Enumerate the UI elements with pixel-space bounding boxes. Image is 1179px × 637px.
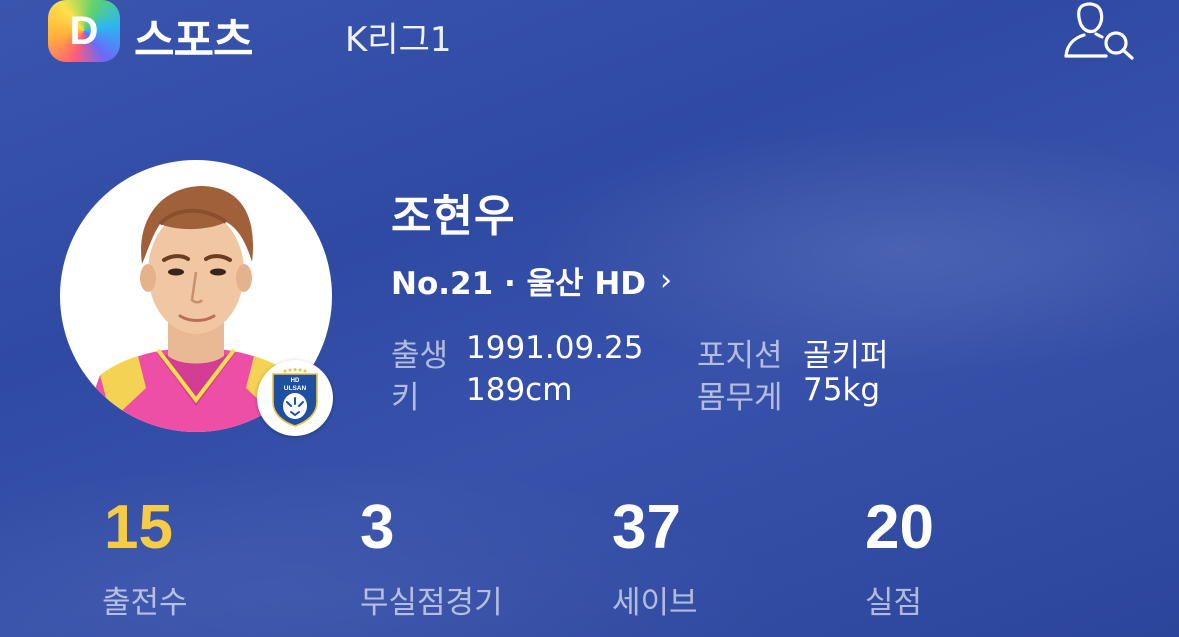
stat-clean-sheets-label: 무실점경기: [360, 585, 503, 621]
daum-logo-icon[interactable]: D: [48, 0, 120, 62]
position-label: 포지션: [697, 338, 783, 374]
team-line-text: No.21 · 울산 HD: [391, 266, 647, 302]
birth-label: 출생: [391, 338, 449, 374]
logo-letter: D: [69, 8, 99, 53]
stat-clean-sheets-value: 3: [360, 493, 395, 562]
player-name: 조현우: [391, 191, 516, 242]
stat-appearances-label: 출전수: [102, 585, 188, 621]
team-link[interactable]: No.21 · 울산 HD ›: [391, 258, 672, 303]
stat-goals-conceded-value: 20: [865, 493, 934, 562]
birth-value: 1991.09.25: [466, 330, 644, 366]
app-header: D 스포츠 K리그1: [0, 0, 1179, 70]
stat-saves-value: 37: [612, 493, 681, 562]
user-search-icon[interactable]: [1062, 0, 1136, 62]
weight-label: 몸무게: [697, 380, 783, 416]
stat-appearances-value: 15: [104, 493, 173, 562]
weight-value: 75kg: [803, 372, 881, 408]
stat-goals-conceded-label: 실점: [865, 585, 923, 621]
badge-top-text: HD: [291, 378, 300, 384]
stat-saves-label: 세이브: [612, 585, 698, 621]
team-badge-icon: HD ULSAN: [257, 360, 333, 436]
height-value: 189cm: [466, 372, 573, 408]
badge-team-text: ULSAN: [284, 385, 307, 392]
height-label: 키: [391, 380, 420, 416]
league-title[interactable]: K리그1: [345, 12, 452, 61]
chevron-right-icon: ›: [660, 263, 673, 298]
position-value: 골키퍼: [803, 338, 889, 374]
brand-title[interactable]: 스포츠: [134, 4, 253, 68]
